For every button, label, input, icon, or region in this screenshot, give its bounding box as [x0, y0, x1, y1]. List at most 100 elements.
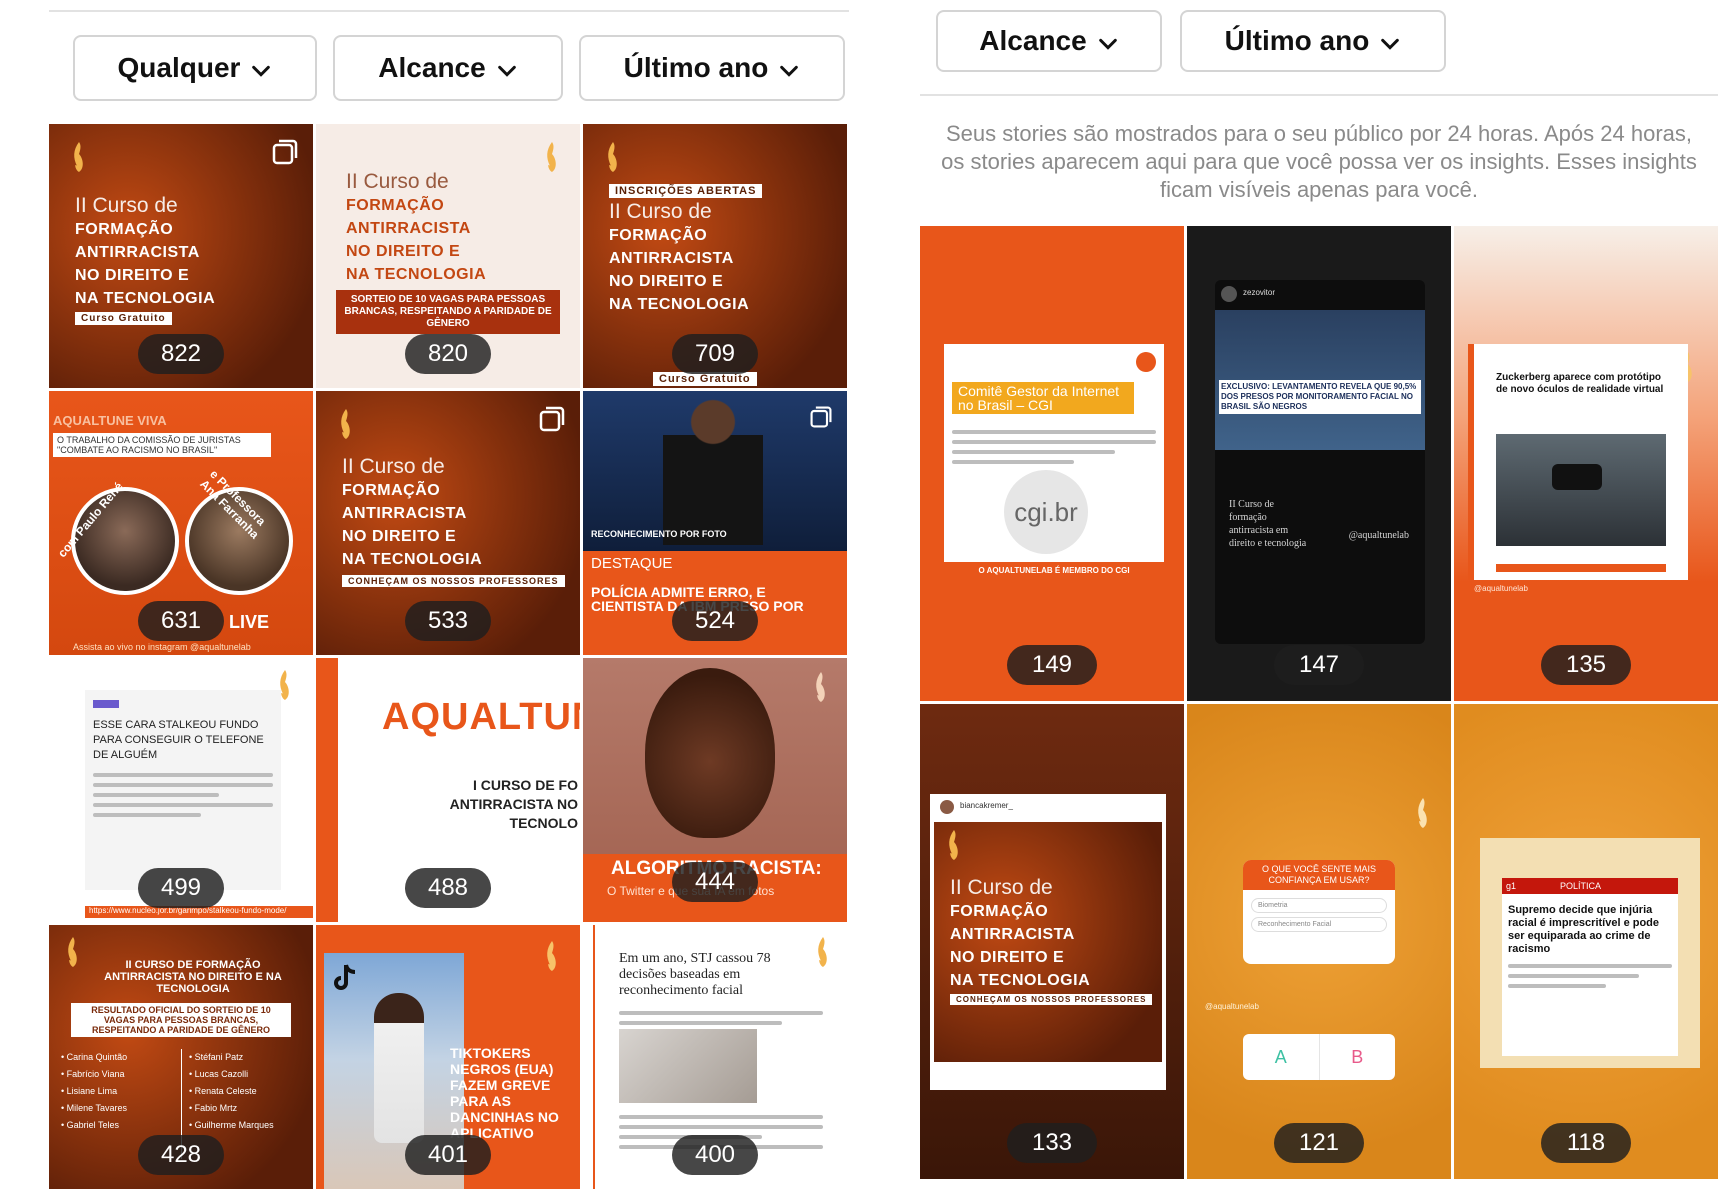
- filter-metric-label: Alcance: [979, 25, 1087, 56]
- carousel-icon: [810, 406, 832, 428]
- post-top-badge: INSCRIÇÕES ABERTAS: [609, 184, 763, 198]
- card-photo: [1496, 434, 1666, 546]
- post-title: II Curso de FORMAÇÃO ANTIRRACISTA NO DIR…: [342, 455, 483, 568]
- photo-caption: RECONHECIMENTO POR FOTO: [591, 529, 727, 539]
- reach-count: 822: [138, 334, 224, 374]
- story-tile[interactable]: g1 POLÍTICA Supremo decide que injúria r…: [1454, 704, 1718, 1179]
- post-tile[interactable]: II Curso de FORMAÇÃO ANTIRRACISTA NO DIR…: [49, 124, 313, 388]
- reposted-post: II Curso de FORMAÇÃO ANTIRRACISTA NO DIR…: [930, 794, 1166, 1090]
- carousel-icon: [539, 406, 565, 432]
- divider: [49, 10, 849, 12]
- story-handle: @aqualtunelab: [1348, 530, 1409, 541]
- post-tile[interactable]: ESSE CARA STALKEOU FUNDO PARA CONSEGUIR …: [49, 658, 313, 922]
- g1-card: g1 POLÍTICA Supremo decide que injúria r…: [1502, 878, 1678, 1056]
- post-badge: CONHEÇAM OS NOSSOS PROFESSORES: [950, 994, 1153, 1005]
- news-card-frame: g1 POLÍTICA Supremo decide que injúria r…: [1480, 838, 1700, 1068]
- news-photo: [583, 391, 847, 551]
- reach-count: 709: [672, 334, 758, 374]
- flame-icon: [818, 937, 827, 967]
- post-badge: Curso Gratuito: [75, 312, 172, 325]
- avatar: [940, 800, 954, 814]
- video-headline: EXCLUSIVO: LEVANTAMENTO REVELA QUE 90,5%…: [1219, 380, 1421, 414]
- reach-count: 631: [138, 601, 224, 641]
- poll-option-a[interactable]: A: [1243, 1034, 1320, 1080]
- post-tile[interactable]: Em um ano, STJ cassou 78 decisões basead…: [583, 925, 847, 1189]
- face-image: [645, 668, 775, 838]
- flame-icon: [949, 830, 958, 860]
- filter-period-dropdown[interactable]: Último ano: [1180, 10, 1446, 72]
- filter-metric-dropdown[interactable]: Alcance: [333, 35, 563, 101]
- card-title: Comitê Gestor da Internet no Brasil – CG…: [952, 382, 1134, 414]
- poll-option-b[interactable]: B: [1320, 1034, 1396, 1080]
- post-tile[interactable]: TIKTOKERS NEGROS (EUA) FAZEM GREVE PARA …: [316, 925, 580, 1189]
- story-reach-count: 147: [1274, 645, 1364, 685]
- poll-card: O QUE VOCÊ SENTE MAIS CONFIANÇA EM USAR?…: [1243, 860, 1395, 964]
- story-text: II Curso de formação antirracista em dir…: [1229, 499, 1307, 549]
- story-tile[interactable]: Comitê Gestor da Internet no Brasil – CG…: [920, 226, 1184, 701]
- story-reach-count: 135: [1541, 645, 1631, 685]
- filter-metric-label: Alcance: [378, 52, 486, 83]
- story-tile[interactable]: II Curso de FORMAÇÃO ANTIRRACISTA NO DIR…: [920, 704, 1184, 1179]
- post-badge: CONHEÇAM OS NOSSOS PROFESSORES: [342, 575, 565, 587]
- story-tile[interactable]: zezovitor EXCLUSIVO: LEVANTAMENTO REVELA…: [1187, 226, 1451, 701]
- story-tile[interactable]: O QUE VOCÊ SENTE MAIS CONFIANÇA EM USAR?…: [1187, 704, 1451, 1179]
- card-body: [952, 424, 1156, 470]
- post-tile[interactable]: II Curso de FORMAÇÃO ANTIRRACISTA NO DIR…: [316, 391, 580, 655]
- post-tile[interactable]: AQUALTUN I CURSO DE FO ANTIRRACISTA NO T…: [316, 658, 580, 922]
- poll-option[interactable]: Reconhecimento Facial: [1251, 917, 1387, 932]
- live-label: LIVE: [228, 612, 269, 632]
- cgi-card: Comitê Gestor da Internet no Brasil – CG…: [944, 344, 1164, 580]
- carousel-icon: [272, 139, 298, 165]
- chevron-down-icon: [1097, 30, 1119, 52]
- article-body: [93, 773, 273, 817]
- post-tile[interactable]: ALGORITMO RACISTA: O Twitter e que sua I…: [583, 658, 847, 922]
- flame-icon: [547, 941, 556, 971]
- person-silhouette: [663, 395, 763, 545]
- story-handle: @aqualtunelab: [1205, 1002, 1259, 1011]
- post-tile[interactable]: RECONHECIMENTO POR FOTO DESTAQUE POLÍCIA…: [583, 391, 847, 655]
- newspaper-headline: Em um ano, STJ cassou 78 decisões basead…: [619, 951, 771, 998]
- post-title: II Curso de FORMAÇÃO ANTIRRACISTA NO DIR…: [75, 194, 216, 307]
- filter-period-dropdown[interactable]: Último ano: [579, 35, 845, 101]
- reach-count: 524: [672, 601, 758, 641]
- post-title: I CURSO DE FO ANTIRRACISTA NO TECNOLO: [449, 777, 578, 831]
- flame-icon: [608, 142, 617, 172]
- g1-bar: g1 POLÍTICA: [1502, 878, 1678, 894]
- filter-metric-dropdown[interactable]: Alcance: [936, 10, 1162, 72]
- flame-icon: [816, 672, 825, 702]
- reach-count: 428: [138, 1135, 224, 1175]
- result-box: RESULTADO OFICIAL DO SORTEIO DE 10 VAGAS…: [71, 1003, 291, 1037]
- story-tile[interactable]: Zuckerberg aparece com protótipo de novo…: [1454, 226, 1718, 701]
- stories-insights-panel: Alcance Último ano Seus stories são most…: [918, 0, 1720, 1179]
- filter-period-label: Último ano: [623, 52, 769, 83]
- post-tile[interactable]: II Curso de FORMAÇÃO ANTIRRACISTA NO DIR…: [316, 124, 580, 388]
- post-banner: SORTEIO DE 10 VAGAS PARA PESSOAS BRANCAS…: [336, 290, 560, 334]
- feed-insights-panel: Qualquer Alcance Último ano II Curso de …: [0, 0, 850, 1189]
- video-frame: EXCLUSIVO: LEVANTAMENTO REVELA QUE 90,5%…: [1215, 310, 1425, 450]
- post-title: II CURSO DE FORMAÇÃO ANTIRRACISTA NO DIR…: [104, 959, 282, 995]
- post-title: II Curso de FORMAÇÃO ANTIRRACISTA NO DIR…: [346, 170, 487, 283]
- post-title: II Curso de FORMAÇÃO ANTIRRACISTA NO DIR…: [609, 200, 750, 313]
- filter-type-label: Qualquer: [117, 52, 241, 83]
- card-footer: O AQUALTUNELAB É MEMBRO DO CGI: [944, 562, 1164, 580]
- flame-icon: [68, 937, 77, 967]
- story-reach-count: 121: [1274, 1123, 1364, 1163]
- article-photo: [619, 1029, 757, 1103]
- story-handle: @aqualtunelab: [1474, 584, 1528, 593]
- reach-count: 499: [138, 868, 224, 908]
- filter-type-dropdown[interactable]: Qualquer: [73, 35, 317, 101]
- card-stripe: [1468, 344, 1474, 580]
- post-tile[interactable]: II CURSO DE FORMAÇÃO ANTIRRACISTA NO DIR…: [49, 925, 313, 1189]
- post-footer: Assista ao vivo no instagram @aqualtunel…: [73, 642, 251, 652]
- divider: [920, 94, 1718, 96]
- avatar: [71, 487, 179, 595]
- post-tile[interactable]: AQUALTUNE VIVA O TRABALHO DA COMISSÃO DE…: [49, 391, 313, 655]
- poll-question: O QUE VOCÊ SENTE MAIS CONFIANÇA EM USAR?: [1243, 860, 1395, 890]
- post-headline: TIKTOKERS NEGROS (EUA) FAZEM GREVE PARA …: [450, 1045, 559, 1141]
- flame-icon: [74, 142, 83, 172]
- chevron-down-icon: [1379, 30, 1401, 52]
- article-lead: [619, 1005, 823, 1031]
- post-subheader: O TRABALHO DA COMISSÃO DE JURISTAS "COMB…: [53, 433, 271, 457]
- poll-option[interactable]: Biometria: [1251, 898, 1387, 913]
- post-tile[interactable]: INSCRIÇÕES ABERTAS II Curso de FORMAÇÃO …: [583, 124, 847, 388]
